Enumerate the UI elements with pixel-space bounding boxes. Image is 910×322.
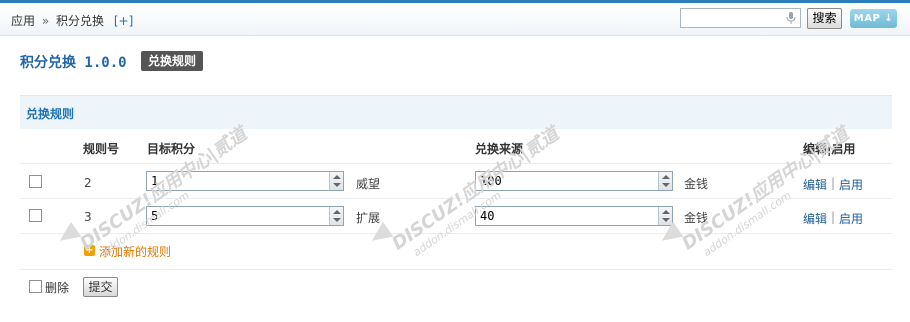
watermark-arrow-icon bbox=[54, 221, 82, 249]
watermark-subtext: addon.dismall.com bbox=[410, 188, 504, 260]
delete-label: 删除 bbox=[45, 281, 70, 295]
top-bar: 应用 » 积分兑换 [+] 搜索 MAP ↓ bbox=[0, 3, 910, 36]
row-checkbox[interactable] bbox=[29, 209, 42, 222]
rules-tab[interactable]: 兑换规则 bbox=[141, 51, 204, 71]
target-amount-value: 1 bbox=[151, 174, 159, 188]
delete-checkbox[interactable] bbox=[29, 280, 42, 293]
enable-link[interactable]: 启用 bbox=[839, 210, 863, 227]
microphone-icon[interactable] bbox=[785, 11, 797, 25]
source-unit: 金钱 bbox=[684, 177, 709, 191]
add-rule-link[interactable]: 添加新的规则 bbox=[99, 243, 171, 260]
source-amount-input[interactable]: 100 bbox=[475, 171, 673, 191]
edit-link[interactable]: 编辑 bbox=[803, 176, 827, 193]
section-title: 兑换规则 bbox=[26, 107, 75, 121]
stepper-icon[interactable] bbox=[329, 172, 343, 190]
breadcrumb: 应用 » 积分兑换 [+] bbox=[11, 12, 133, 29]
header-rule-no: 规则号 bbox=[83, 142, 120, 156]
page-title: 积分兑换 1.0.0 bbox=[20, 55, 127, 71]
breadcrumb-current: 积分兑换 bbox=[56, 14, 105, 28]
row-divider bbox=[20, 198, 892, 199]
edit-link[interactable]: 编辑 bbox=[803, 210, 827, 227]
rule-number: 3 bbox=[84, 210, 92, 224]
target-unit: 威望 bbox=[356, 177, 381, 191]
map-button-label: MAP bbox=[853, 13, 881, 24]
header-source: 兑换来源 bbox=[475, 142, 524, 156]
target-amount-input[interactable]: 5 bbox=[146, 206, 344, 226]
arrow-down-icon: ↓ bbox=[884, 13, 894, 24]
breadcrumb-root-link[interactable]: 应用 bbox=[11, 14, 35, 28]
plus-icon[interactable]: + bbox=[84, 245, 95, 256]
row-divider bbox=[20, 233, 892, 234]
breadcrumb-separator: » bbox=[41, 14, 50, 28]
row-checkbox[interactable] bbox=[29, 175, 42, 188]
stepper-icon[interactable] bbox=[329, 207, 343, 225]
add-shortcut-link[interactable]: [+] bbox=[114, 14, 133, 28]
source-unit: 金钱 bbox=[684, 211, 709, 225]
rule-number: 2 bbox=[84, 176, 92, 190]
section-header: 兑换规则 bbox=[20, 95, 892, 129]
source-amount-input[interactable]: 40 bbox=[475, 206, 673, 226]
watermark-subtext: addon.dismall.com bbox=[98, 188, 192, 260]
stepper-icon[interactable] bbox=[658, 207, 672, 225]
header-target: 目标积分 bbox=[147, 142, 196, 156]
target-amount-input[interactable]: 1 bbox=[146, 171, 344, 191]
watermark-subtext: addon.dismall.com bbox=[700, 188, 794, 260]
header-actions: 编辑|启用 bbox=[803, 142, 856, 156]
stepper-icon[interactable] bbox=[658, 172, 672, 190]
search-button[interactable]: 搜索 bbox=[807, 8, 842, 29]
footer-divider bbox=[20, 269, 892, 270]
row-divider bbox=[20, 163, 892, 164]
submit-button[interactable]: 提交 bbox=[83, 277, 118, 297]
enable-link[interactable]: 启用 bbox=[839, 176, 863, 193]
action-separator: | bbox=[831, 176, 836, 190]
search-input[interactable] bbox=[680, 8, 801, 28]
target-unit: 扩展 bbox=[356, 211, 381, 225]
source-amount-value: 40 bbox=[480, 209, 495, 223]
map-button[interactable]: MAP ↓ bbox=[850, 9, 897, 28]
source-amount-value: 100 bbox=[480, 174, 502, 188]
action-separator: | bbox=[831, 210, 836, 224]
target-amount-value: 5 bbox=[151, 209, 159, 223]
